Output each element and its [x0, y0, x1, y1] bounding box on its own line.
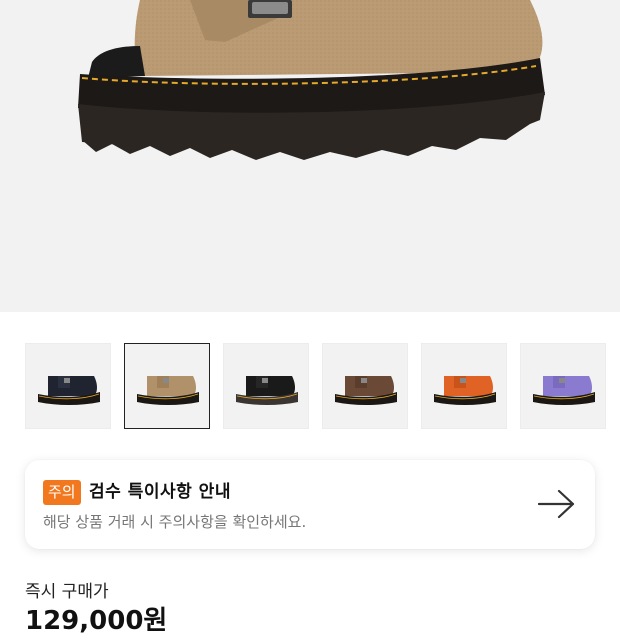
notice-title: 검수 특이사항 안내 [89, 482, 231, 502]
buy-now-price-label: 즉시 구매가 [25, 582, 109, 602]
notice-subtitle: 해당 상품 거래 시 주의사항을 확인하세요. [43, 513, 307, 531]
clog-thumbnail-icon [335, 376, 397, 405]
product-main-image[interactable] [0, 0, 620, 312]
clog-illustration [78, 0, 545, 160]
clog-thumbnail-icon [38, 376, 100, 405]
clog-thumbnail-icon [137, 376, 199, 405]
thumbnail-purple[interactable] [520, 343, 606, 429]
thumbnail-black-navy[interactable] [25, 343, 111, 429]
thumbnail-tan[interactable] [124, 343, 210, 429]
clog-thumbnail-icon [434, 376, 496, 405]
buy-now-price: 129,000원 [25, 606, 168, 636]
clog-thumbnail-icon [236, 376, 298, 405]
thumbnail-orange[interactable] [421, 343, 507, 429]
thumbnail-brown[interactable] [322, 343, 408, 429]
inspection-notice-card[interactable]: 주의 검수 특이사항 안내 해당 상품 거래 시 주의사항을 확인하세요. [25, 460, 595, 549]
color-thumbnail-list [25, 343, 620, 429]
caution-tag: 주의 [43, 480, 81, 505]
clog-thumbnail-icon [533, 376, 595, 405]
arrow-right-icon[interactable] [537, 488, 577, 520]
thumbnail-black[interactable] [223, 343, 309, 429]
